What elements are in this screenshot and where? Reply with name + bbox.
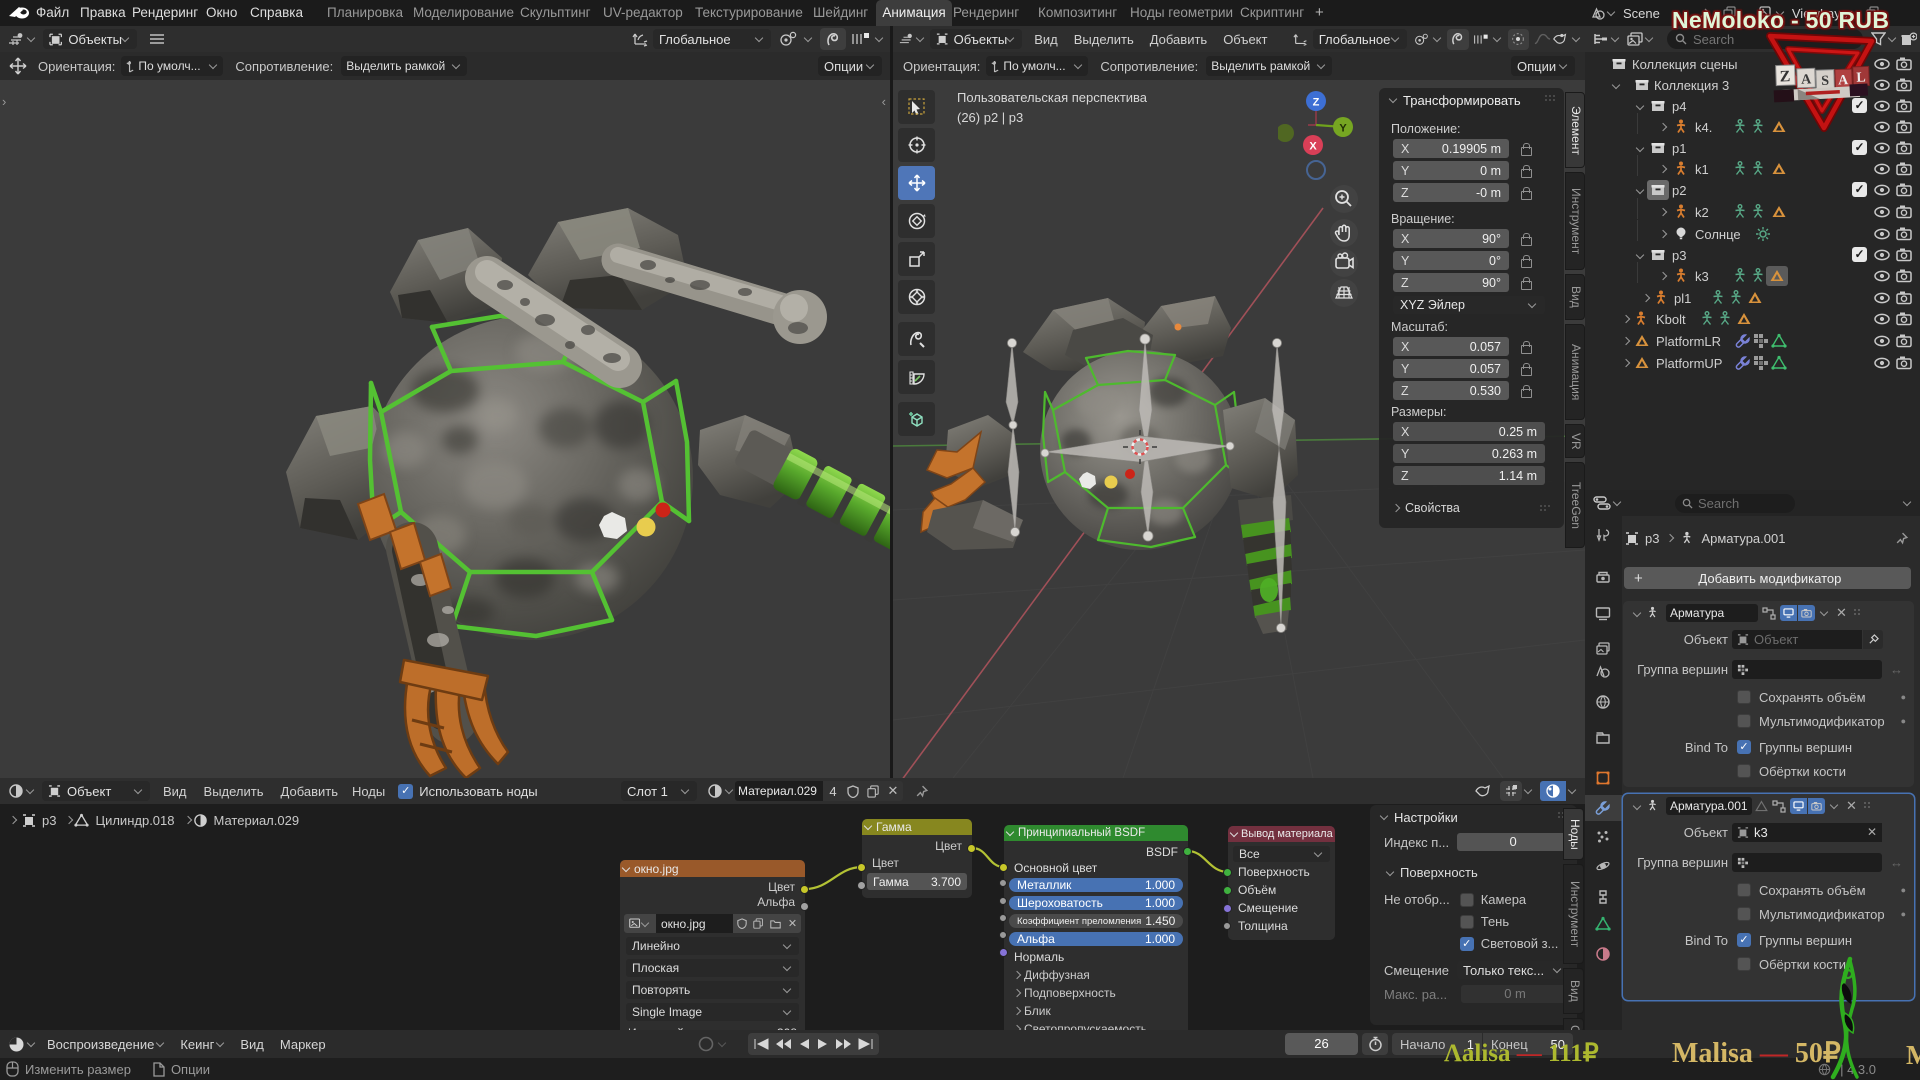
svg-text:S: S xyxy=(1821,74,1830,89)
svg-text:Y: Y xyxy=(1339,123,1347,135)
svg-text:A: A xyxy=(1838,73,1850,88)
svg-text:A: A xyxy=(1801,72,1813,87)
svg-text:L: L xyxy=(1856,70,1866,85)
svg-text:X: X xyxy=(1309,141,1317,153)
svg-text:Z: Z xyxy=(1779,68,1790,85)
svg-text:Z: Z xyxy=(1313,97,1320,109)
